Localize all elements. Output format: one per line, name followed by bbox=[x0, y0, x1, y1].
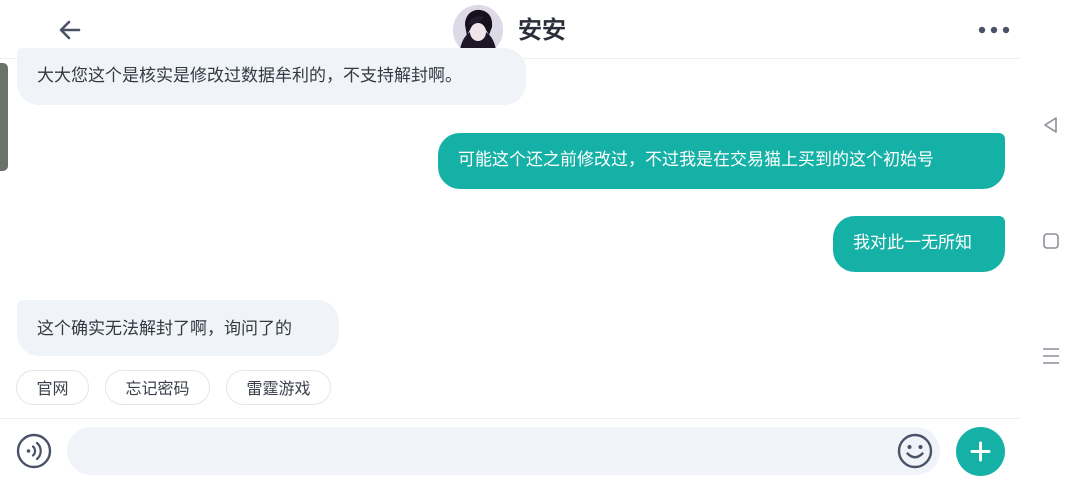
emoji-button[interactable] bbox=[897, 433, 933, 469]
emoji-icon bbox=[897, 433, 933, 469]
system-home-button[interactable] bbox=[1041, 231, 1061, 251]
chat-screen: 安安 大大您这个是核实是修改过数据牟利的，不支持解封啊。 可能这个还之前修改过，… bbox=[0, 0, 1080, 484]
arrow-left-icon bbox=[59, 20, 81, 40]
more-button[interactable] bbox=[976, 18, 1012, 42]
more-dots-icon bbox=[978, 26, 1010, 34]
system-recents-button[interactable] bbox=[1041, 346, 1061, 366]
chat-title: 安安 bbox=[518, 16, 566, 44]
nav-recents-menu-icon bbox=[1043, 348, 1059, 364]
quick-reply-leiting-games[interactable]: 雷霆游戏 bbox=[226, 370, 331, 405]
edge-scroll-handle[interactable] bbox=[0, 63, 8, 171]
quick-reply-forgot-password[interactable]: 忘记密码 bbox=[105, 370, 210, 405]
nav-back-triangle-icon bbox=[1044, 117, 1057, 133]
add-button[interactable] bbox=[956, 427, 1005, 476]
voice-button[interactable] bbox=[16, 433, 52, 469]
nav-home-square-icon bbox=[1043, 233, 1059, 249]
voice-icon bbox=[16, 433, 52, 469]
message-incoming: 大大您这个是核实是修改过数据牟利的，不支持解封啊。 bbox=[17, 48, 526, 105]
message-outgoing: 我对此一无所知 bbox=[833, 216, 1005, 272]
message-outgoing: 可能这个还之前修改过，不过我是在交易猫上买到的这个初始号 bbox=[438, 133, 1005, 189]
message-input[interactable] bbox=[67, 427, 940, 475]
system-back-button[interactable] bbox=[1041, 115, 1061, 135]
message-incoming: 这个确实无法解封了啊，询问了的 bbox=[17, 300, 339, 356]
quick-reply-official-site[interactable]: 官网 bbox=[16, 370, 89, 405]
plus-icon bbox=[970, 441, 991, 462]
back-button[interactable] bbox=[54, 14, 86, 46]
